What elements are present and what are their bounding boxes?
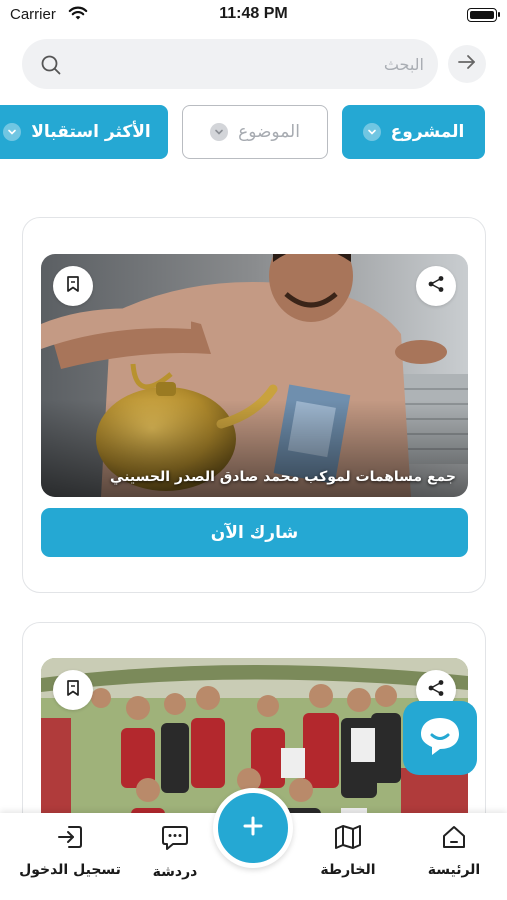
filter-chip-most-received[interactable]: الأكثر استقبالا (0, 105, 168, 159)
share-button[interactable] (416, 266, 456, 306)
nav-item-home[interactable]: الرئيسة (394, 823, 507, 878)
campaign-image[interactable]: جمع مساهمات لموكب محمد صادق الصدر الحسين… (41, 254, 468, 497)
campaign-card[interactable]: جمع مساهمات لموكب محمد صادق الصدر الحسين… (22, 217, 486, 593)
search-icon (40, 54, 62, 80)
arrow-right-icon (457, 54, 477, 74)
nav-label: دردشة (152, 864, 198, 880)
bookmark-button[interactable] (53, 670, 93, 710)
search-bar[interactable] (22, 39, 438, 89)
participate-button[interactable]: شارك الآن (41, 508, 468, 557)
chat-icon (160, 823, 190, 857)
status-bar: Carrier 11:48 PM (0, 0, 507, 32)
chevron-down-icon (3, 123, 22, 141)
campaign-title: جمع مساهمات لموكب محمد صادق الصدر الحسين… (110, 469, 456, 485)
share-icon (427, 275, 445, 297)
login-icon (55, 823, 85, 855)
bookmark-icon (65, 275, 81, 297)
map-icon (333, 823, 363, 855)
share-icon (427, 679, 445, 701)
back-button[interactable] (448, 45, 486, 83)
search-input[interactable] (82, 39, 424, 89)
filter-chip-label: الأكثر استقبالا (31, 122, 151, 142)
bookmark-button[interactable] (53, 266, 93, 306)
battery-icon (467, 8, 500, 22)
nav-label: الرئيسة (427, 862, 481, 878)
nav-item-map[interactable]: الخارطة (288, 823, 408, 878)
support-chat-button[interactable] (403, 701, 477, 775)
chat-bubble-icon (418, 714, 462, 762)
nav-label: الخارطة (320, 862, 376, 878)
filter-chip-topic[interactable]: الموضوع (182, 105, 328, 159)
plus-icon (240, 813, 266, 843)
nav-label: تسجيل الدخول (19, 862, 121, 878)
filter-chip-label: الموضوع (238, 122, 300, 142)
add-button[interactable] (213, 788, 293, 868)
campaign-photo (41, 254, 468, 497)
clock: 11:48 PM (219, 5, 288, 22)
nav-item-login[interactable]: تسجيل الدخول (10, 823, 130, 878)
filter-chip-project[interactable]: المشروع (342, 105, 485, 159)
home-icon (440, 823, 468, 855)
bookmark-icon (65, 679, 81, 701)
chevron-down-icon (362, 123, 381, 141)
filter-chip-label: المشروع (390, 122, 465, 142)
chevron-down-icon (210, 123, 229, 141)
